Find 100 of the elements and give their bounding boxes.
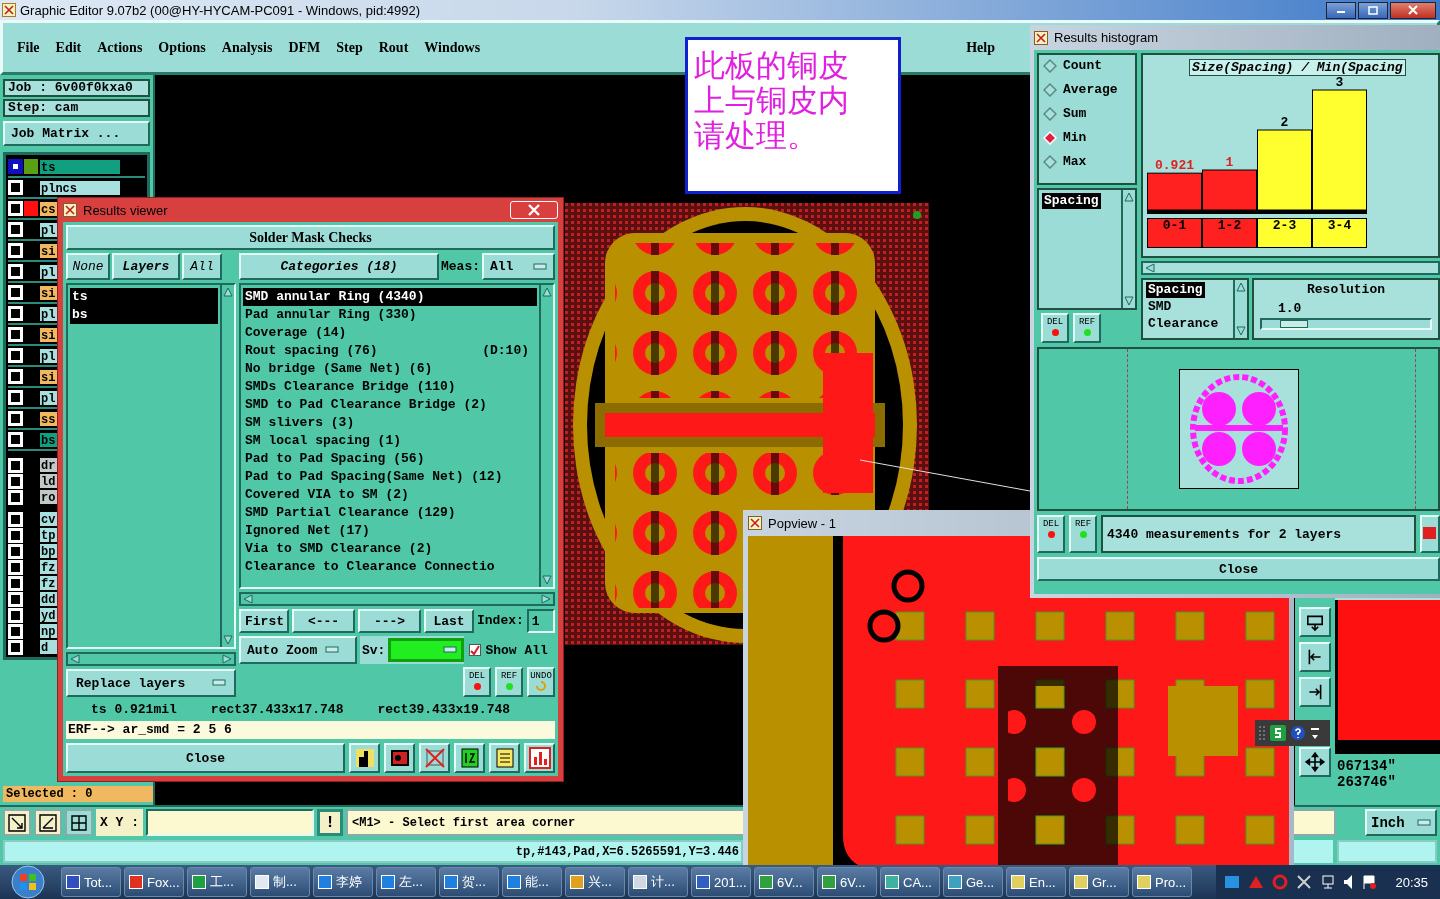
category-item[interactable]: SM slivers (3) [243,414,537,432]
taskbar-button[interactable]: 左... [376,867,436,897]
category-item[interactable]: Ignored Net (17) [243,522,537,540]
taskbar-button[interactable]: 兴... [565,867,625,897]
menu-item[interactable]: File [17,39,40,56]
show-all-checkbox[interactable]: Show All [467,636,550,664]
category-item[interactable]: Rout spacing (76) [245,342,378,360]
window-title: Results histogram [1054,30,1159,45]
bar-value-label: 0.921 [1155,158,1194,174]
delete-button[interactable]: DEL [1041,313,1069,343]
annotation-text: 此板的铜皮上与铜皮内请处理。 [694,48,850,153]
window-title: Results viewer [83,202,169,218]
taskbar-button[interactable]: 6V... [817,867,877,897]
units-dropdown[interactable]: Inch [1365,809,1437,836]
taskbar-button[interactable]: 6V... [754,867,814,897]
mode-radio[interactable]: Average [1043,82,1131,97]
menu-item[interactable]: Step [336,39,363,56]
info-text: rect39.433x19.748 [377,701,511,717]
layer-list-item[interactable]: ts [70,288,218,306]
taskbar-button[interactable]: CA... [880,867,940,897]
taskbar-button[interactable]: 李婷 [313,867,373,897]
type-item[interactable]: SMD [1146,299,1174,315]
category-item[interactable]: SMD to Pad Clearance Bridge (2) [243,396,537,414]
category-item[interactable]: No bridge (Same Net) (6) [243,360,537,378]
taskbar-button[interactable]: 能... [502,867,562,897]
close-button[interactable]: Close [66,743,345,773]
mode-radio[interactable]: Min [1043,130,1131,145]
taskbar-button[interactable]: Ge... [943,867,1003,897]
category-item[interactable]: Via to SMD Clearance (2) [243,540,537,558]
layer-name[interactable]: ts [39,158,121,175]
type-item[interactable]: Spacing [1146,282,1205,298]
delete-button[interactable]: DEL [463,667,491,697]
coordinate-text: 263746" [1337,774,1397,790]
refresh-button[interactable]: REF [495,667,523,697]
close-button[interactable]: Close [1037,557,1440,581]
mode-radio[interactable]: Count [1043,58,1131,73]
taskbar-button[interactable]: 201... [691,867,751,897]
taskbar-button[interactable]: 工... [187,867,247,897]
summary-text: 4340 measurements for 2 layers [1101,515,1416,553]
category-item[interactable]: Pad to Pad Spacing(Same Net) (12) [243,468,537,486]
category-item[interactable]: Covered VIA to SM (2) [243,486,537,504]
zoom-mode-dropdown[interactable]: Auto Zoom [239,636,357,664]
mode-radio[interactable]: Max [1043,154,1131,169]
menu-item[interactable]: Rout [378,39,409,56]
menu-item[interactable]: Windows [424,39,481,56]
previous-button[interactable]: <--- [292,609,355,633]
menu-item[interactable]: Analysis [221,39,273,56]
all-button[interactable]: All [182,253,222,280]
category-label: 0-1 [1147,218,1202,248]
info-text: rect37.433x17.748 [210,701,344,717]
none-button[interactable]: None [66,253,110,280]
taskbar-button[interactable]: 贺... [439,867,499,897]
index-field[interactable]: 1 [526,609,555,633]
last-button[interactable]: Last [424,609,474,633]
category-item[interactable]: SM local spacing (1) [243,432,537,450]
taskbar-button[interactable]: Tot... [61,867,121,897]
meas-dropdown[interactable]: All [482,253,555,280]
sv-label: Sv: [362,642,386,658]
resolution-label: Resolution [1306,282,1386,297]
job-matrix-button[interactable]: Job Matrix ... [3,121,150,146]
category-label: 2-3 [1257,218,1312,248]
taskbar-button[interactable]: En... [1006,867,1066,897]
menu-item[interactable]: DFM [288,39,321,56]
resolution-value: 1.0 [1278,301,1303,316]
taskbar-button[interactable]: Gr... [1069,867,1129,897]
layers-button[interactable]: Layers [112,253,180,280]
menu-item[interactable]: Actions [97,39,143,56]
bar-value-label: 1 [1225,155,1234,170]
alert-button[interactable]: ! [317,809,343,836]
category-item[interactable]: SMDs Clearance Bridge (110) [243,378,537,396]
category-item[interactable]: Coverage (14) [243,324,537,342]
layer-name[interactable]: plncs [39,179,121,196]
taskbar-button[interactable]: Fox... [124,867,184,897]
menu-item[interactable]: Help [966,39,995,56]
undo-button[interactable]: UNDO [527,667,555,697]
taskbar-button[interactable]: Pro... [1132,867,1192,897]
layer-list-item[interactable]: bs [70,306,218,324]
refresh-button[interactable]: REF [1073,313,1101,343]
menu-item[interactable]: Options [158,39,206,56]
type-item[interactable]: Clearance [1146,316,1221,332]
refresh-button[interactable]: REF [1069,515,1097,553]
measure-item[interactable]: Spacing [1042,193,1101,209]
menu-item[interactable]: Edit [55,39,82,56]
categories-button[interactable]: Categories (18) [239,253,439,280]
next-button[interactable]: ---> [358,609,421,633]
clock: 20:35 [1395,874,1428,890]
delete-button[interactable]: DEL [1037,515,1065,553]
taskbar-button[interactable]: 制... [250,867,310,897]
mode-radio[interactable]: Sum [1043,106,1131,121]
category-item[interactable]: SMD Partial Clearance (129) [243,504,537,522]
category-label: 3-4 [1312,218,1367,248]
category-item[interactable]: SMD annular Ring (4340) [243,288,537,306]
step-label: Step: cam [3,99,150,117]
first-button[interactable]: First [239,609,289,633]
index-label: Index: [477,612,524,630]
category-item[interactable]: Pad to Pad Spacing (56) [243,450,537,468]
taskbar-button[interactable]: 计... [628,867,688,897]
category-item[interactable]: Pad annular Ring (330) [243,306,537,324]
category-item[interactable]: Clearance to Clearance Connectio [243,558,537,576]
replace-mode-dropdown[interactable]: Replace layers [66,669,236,697]
